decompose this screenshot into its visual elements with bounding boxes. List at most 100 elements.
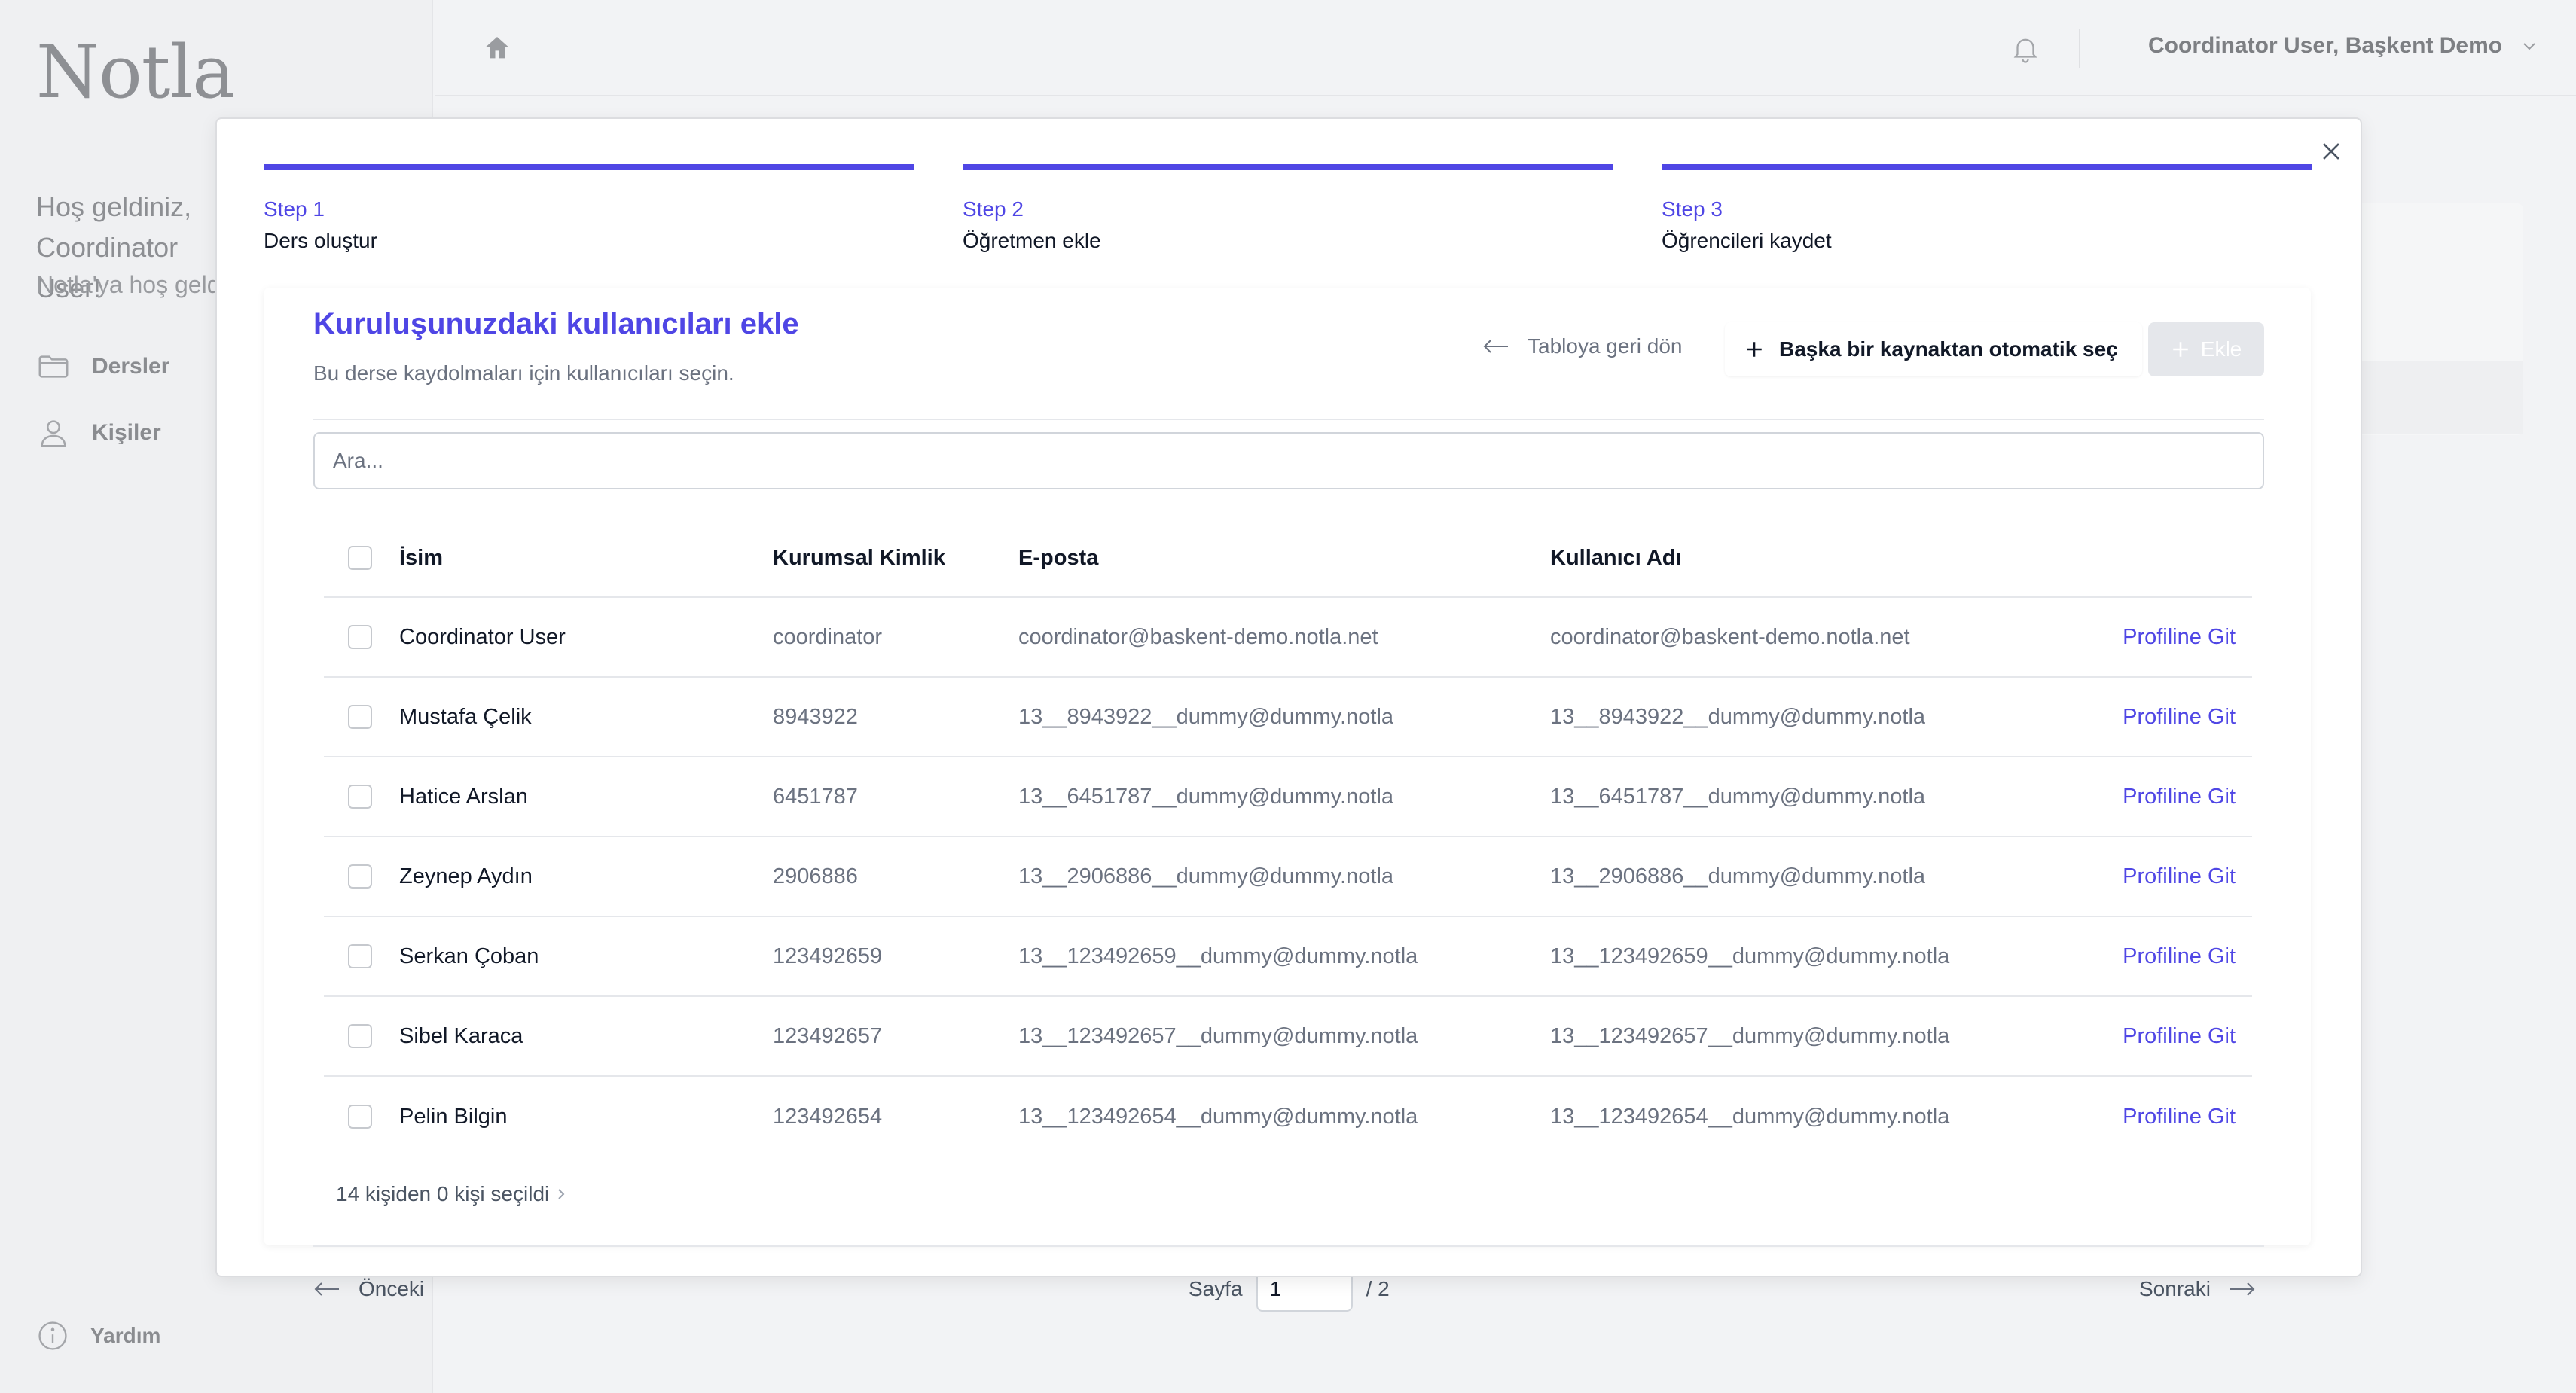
info-icon <box>38 1321 67 1350</box>
user-username: 13__8943922__dummy@dummy.notla <box>1550 704 1926 729</box>
chevron-down-icon <box>2523 43 2535 50</box>
go-to-profile-link[interactable]: Profiline Git <box>2123 757 2236 836</box>
step-progress-bar <box>1662 164 2312 170</box>
auto-select-button[interactable]: Başka bir kaynaktan otomatik seç <box>1725 322 2142 376</box>
panel-subtitle: Bu derse kaydolmaları için kullanıcıları… <box>313 361 734 385</box>
go-to-profile-link[interactable]: Profiline Git <box>2123 678 2236 756</box>
user-institutional-id: 2906886 <box>773 864 858 889</box>
row-checkbox[interactable] <box>348 1105 372 1129</box>
divider <box>313 1245 2264 1247</box>
step-2: Step 2 Öğretmen ekle <box>963 164 1613 253</box>
column-header-institutional-id[interactable]: Kurumsal Kimlik <box>773 520 945 596</box>
close-icon <box>2323 143 2339 160</box>
user-menu-label: Coordinator User, Başkent Demo <box>2148 33 2503 58</box>
search-input[interactable] <box>313 432 2264 489</box>
user-email: coordinator@baskent-demo.notla.net <box>1018 624 1378 649</box>
user-institutional-id: 123492654 <box>773 1104 883 1129</box>
arrow-left-icon <box>1483 340 1508 353</box>
table-row: Serkan Çoban 123492659 13__123492659__du… <box>324 917 2252 997</box>
user-name: Sibel Karaca <box>399 1023 523 1048</box>
select-all-checkbox[interactable] <box>348 546 372 570</box>
step-number: Step 3 <box>1662 197 1723 221</box>
add-button[interactable]: Ekle <box>2148 322 2264 376</box>
step-1: Step 1 Ders oluştur <box>264 164 914 253</box>
selection-summary-label: 14 kişiden 0 kişi seçildi <box>336 1182 550 1206</box>
user-menu[interactable]: Coordinator User, Başkent Demo <box>2148 33 2538 59</box>
go-to-profile-link[interactable]: Profiline Git <box>2123 997 2236 1075</box>
table-row: Mustafa Çelik 8943922 13__8943922__dummy… <box>324 678 2252 757</box>
bell-icon[interactable] <box>2010 32 2041 66</box>
close-modal-button[interactable] <box>2314 134 2349 169</box>
users-table: İsim Kurumsal Kimlik E-posta Kullanıcı A… <box>324 520 2252 1157</box>
table-row: Coordinator User coordinator coordinator… <box>324 598 2252 678</box>
step-name: Öğretmen ekle <box>963 229 1101 252</box>
user-name: Hatice Arslan <box>399 784 528 809</box>
column-header-email[interactable]: E-posta <box>1018 520 1098 596</box>
auto-select-label: Başka bir kaynaktan otomatik seç <box>1779 337 2118 361</box>
back-link-label: Tabloya geri dön <box>1528 334 1683 358</box>
user-name: Zeynep Aydın <box>399 864 533 889</box>
user-username: coordinator@baskent-demo.notla.net <box>1550 624 1910 649</box>
table-row: Zeynep Aydın 2906886 13__2906886__dummy@… <box>324 837 2252 917</box>
sidebar-item-dersler[interactable]: Dersler <box>36 349 169 384</box>
back-to-table-link[interactable]: Tabloya geri dön <box>1482 334 1682 358</box>
user-icon <box>41 420 66 447</box>
plus-icon <box>1747 342 1762 357</box>
user-username: 13__2906886__dummy@dummy.notla <box>1550 864 1926 889</box>
user-username: 13__123492659__dummy@dummy.notla <box>1550 943 1950 968</box>
table-row: Hatice Arslan 6451787 13__6451787__dummy… <box>324 757 2252 837</box>
arrow-left-icon <box>314 1282 339 1296</box>
row-checkbox[interactable] <box>348 864 372 889</box>
user-name: Serkan Çoban <box>399 943 539 968</box>
table-header-row: İsim Kurumsal Kimlik E-posta Kullanıcı A… <box>324 520 2252 598</box>
step-name: Ders oluştur <box>264 229 377 252</box>
row-checkbox[interactable] <box>348 944 372 968</box>
step-name: Öğrencileri kaydet <box>1662 229 1832 252</box>
user-institutional-id: 8943922 <box>773 704 858 729</box>
go-to-profile-link[interactable]: Profiline Git <box>2123 837 2236 916</box>
user-institutional-id: 123492657 <box>773 1023 883 1048</box>
page-label: Sayfa <box>1189 1277 1243 1300</box>
add-button-label: Ekle <box>2200 337 2242 361</box>
page-total: / 2 <box>1366 1277 1390 1300</box>
user-email: 13__6451787__dummy@dummy.notla <box>1018 784 1394 809</box>
go-to-profile-link[interactable]: Profiline Git <box>2123 598 2236 676</box>
user-username: 13__123492654__dummy@dummy.notla <box>1550 1104 1950 1129</box>
go-to-profile-link[interactable]: Profiline Git <box>2123 917 2236 995</box>
divider <box>313 419 2264 420</box>
sidebar-item-kisiler[interactable]: Kişiler <box>36 416 161 450</box>
user-name: Coordinator User <box>399 624 566 649</box>
panel-title: Kuruluşunuzdaki kullanıcıları ekle <box>313 307 799 340</box>
folder-icon <box>38 355 69 378</box>
next-label: Sonraki <box>2139 1277 2211 1300</box>
column-header-name[interactable]: İsim <box>399 520 443 596</box>
row-checkbox[interactable] <box>348 625 372 649</box>
row-checkbox[interactable] <box>348 1024 372 1048</box>
table-row: Pelin Bilgin 123492654 13__123492654__du… <box>324 1077 2252 1157</box>
step-progress-bar <box>963 164 1613 170</box>
user-institutional-id: coordinator <box>773 624 883 649</box>
user-username: 13__123492657__dummy@dummy.notla <box>1550 1023 1950 1048</box>
step-number: Step 1 <box>264 197 325 221</box>
row-checkbox[interactable] <box>348 705 372 729</box>
help-link[interactable]: Yardım <box>36 1319 160 1352</box>
step-3: Step 3 Öğrencileri kaydet <box>1662 164 2312 253</box>
user-email: 13__123492659__dummy@dummy.notla <box>1018 943 1418 968</box>
step-number: Step 2 <box>963 197 1024 221</box>
user-institutional-id: 123492659 <box>773 943 883 968</box>
help-label: Yardım <box>90 1324 161 1347</box>
user-username: 13__6451787__dummy@dummy.notla <box>1550 784 1926 809</box>
header-divider <box>2079 29 2080 68</box>
home-icon[interactable] <box>482 33 512 63</box>
step-progress-bar <box>264 164 914 170</box>
user-email: 13__123492654__dummy@dummy.notla <box>1018 1104 1418 1129</box>
table-row: Sibel Karaca 123492657 13__123492657__du… <box>324 997 2252 1077</box>
previous-label: Önceki <box>359 1277 425 1300</box>
selection-summary[interactable]: 14 kişiden 0 kişi seçildi <box>336 1182 567 1206</box>
column-header-username[interactable]: Kullanıcı Adı <box>1550 520 1682 596</box>
row-checkbox[interactable] <box>348 785 372 809</box>
plus-icon <box>2173 342 2188 357</box>
sidebar-item-label: Kişiler <box>92 420 161 445</box>
go-to-profile-link[interactable]: Profiline Git <box>2123 1077 2236 1157</box>
user-email: 13__123492657__dummy@dummy.notla <box>1018 1023 1418 1048</box>
